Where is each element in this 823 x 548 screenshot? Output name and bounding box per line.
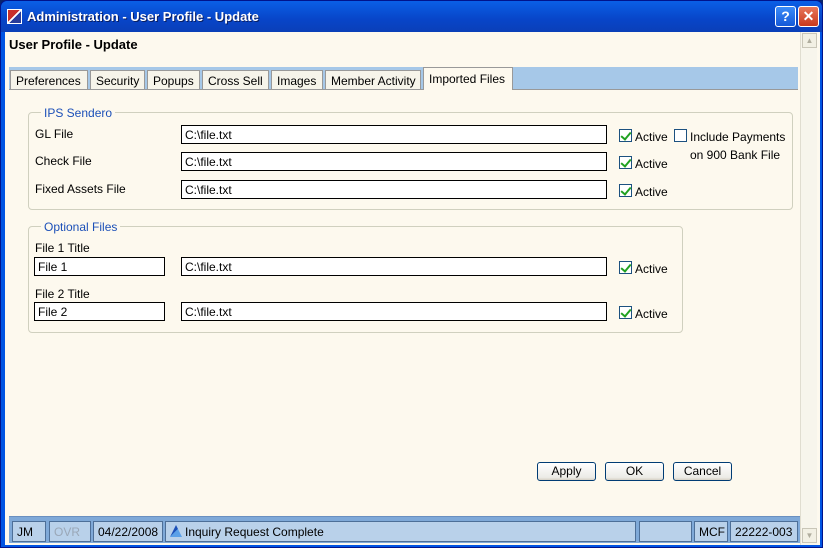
status-message: Inquiry Request Complete xyxy=(185,525,324,539)
file1-active-label: Active xyxy=(635,262,668,276)
help-button[interactable]: ? xyxy=(775,6,796,27)
status-ovr: OVR xyxy=(49,521,91,542)
gl-file-field[interactable]: C:\file.txt xyxy=(181,125,607,144)
tab-divider xyxy=(9,89,798,90)
gl-file-active-checkbox[interactable] xyxy=(619,129,632,142)
file1-active-checkbox[interactable] xyxy=(619,261,632,274)
check-file-field[interactable]: C:\file.txt xyxy=(181,152,607,171)
scroll-up-icon[interactable]: ▲ xyxy=(802,33,817,48)
inquiry-icon xyxy=(170,525,182,537)
status-account: 22222-003 xyxy=(730,521,798,542)
ips-sendero-legend: IPS Sendero xyxy=(41,106,116,120)
file2-path-field[interactable]: C:\file.txt xyxy=(181,302,607,321)
tab-popups[interactable]: Popups xyxy=(147,70,200,90)
tab-cross-sell[interactable]: Cross Sell xyxy=(202,70,269,90)
cancel-button[interactable]: Cancel xyxy=(673,462,732,481)
optional-files-legend: Optional Files xyxy=(41,220,121,234)
window-title: Administration - User Profile - Update xyxy=(27,9,259,24)
app-window: Administration - User Profile - Update ?… xyxy=(0,0,823,548)
tab-strip: Preferences Security Popups Cross Sell I… xyxy=(9,67,798,90)
page-title: User Profile - Update xyxy=(9,37,138,52)
status-bar: JM OVR 04/22/2008 Inquiry Request Comple… xyxy=(9,516,800,543)
check-file-active-checkbox[interactable] xyxy=(619,156,632,169)
tab-preferences[interactable]: Preferences xyxy=(10,70,88,90)
fixed-assets-active-checkbox[interactable] xyxy=(619,184,632,197)
file2-title-label: File 2 Title xyxy=(35,287,90,301)
status-code: MCF xyxy=(694,521,728,542)
status-date: 04/22/2008 xyxy=(93,521,163,542)
app-icon xyxy=(7,9,22,24)
file1-title-field[interactable]: File 1 xyxy=(34,257,165,276)
check-file-active-label: Active xyxy=(635,157,668,171)
status-message-panel: Inquiry Request Complete xyxy=(165,521,636,542)
gl-file-active-label: Active xyxy=(635,130,668,144)
fixed-assets-active-label: Active xyxy=(635,185,668,199)
status-user: JM xyxy=(12,521,46,542)
close-button[interactable]: ✕ xyxy=(798,6,819,27)
client-area: User Profile - Update ▲ ▼ Preferences Se… xyxy=(5,32,820,545)
file1-path-field[interactable]: C:\file.txt xyxy=(181,257,607,276)
scroll-down-icon[interactable]: ▼ xyxy=(802,528,817,543)
tab-member-activity[interactable]: Member Activity xyxy=(325,70,421,90)
file2-active-checkbox[interactable] xyxy=(619,306,632,319)
title-bar[interactable]: Administration - User Profile - Update ?… xyxy=(1,1,822,32)
tab-imported-files[interactable]: Imported Files xyxy=(423,67,513,90)
include-payments-checkbox[interactable] xyxy=(674,129,687,142)
ok-button[interactable]: OK xyxy=(605,462,664,481)
file2-active-label: Active xyxy=(635,307,668,321)
check-file-label: Check File xyxy=(35,154,92,168)
file1-title-label: File 1 Title xyxy=(35,241,90,255)
tab-images[interactable]: Images xyxy=(271,70,323,90)
include-payments-label-line1: Include Payments xyxy=(690,130,786,144)
fixed-assets-file-label: Fixed Assets File xyxy=(35,182,126,196)
gl-file-label: GL File xyxy=(35,127,74,141)
vertical-scrollbar[interactable]: ▲ ▼ xyxy=(800,32,817,545)
fixed-assets-file-field[interactable]: C:\file.txt xyxy=(181,180,607,199)
tab-security[interactable]: Security xyxy=(90,70,145,90)
include-payments-label-line2: on 900 Bank File xyxy=(690,148,781,162)
file2-title-field[interactable]: File 2 xyxy=(34,302,165,321)
status-blank xyxy=(639,521,692,542)
apply-button[interactable]: Apply xyxy=(537,462,596,481)
